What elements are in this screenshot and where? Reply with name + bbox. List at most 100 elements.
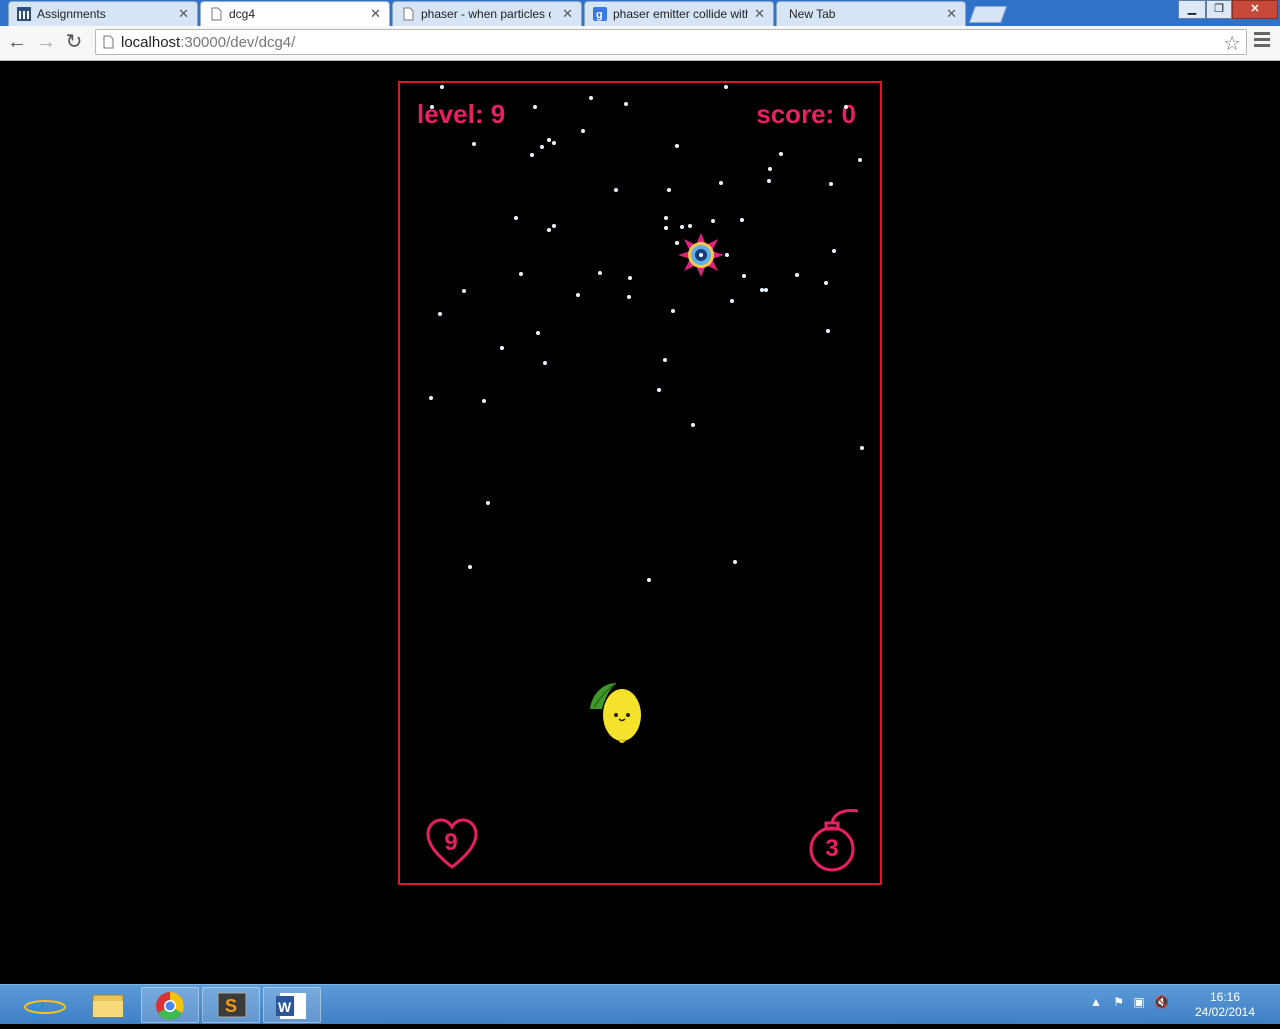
particle — [860, 446, 864, 450]
particle — [482, 399, 486, 403]
particle — [576, 293, 580, 297]
address-bar[interactable]: localhost:30000/dev/dcg4/ ☆ — [95, 29, 1247, 55]
particle — [733, 560, 737, 564]
sublime-text-button[interactable]: S — [202, 987, 260, 1023]
clock[interactable]: 16:16 24/02/2014 — [1190, 990, 1260, 1020]
particle — [730, 299, 734, 303]
particle — [724, 85, 728, 89]
url-path: :30000/dev/dcg4/ — [180, 34, 296, 51]
particle — [486, 501, 490, 505]
close-icon[interactable]: ✕ — [178, 6, 189, 22]
windows-taskbar: e S W ▲ ⚑ ▣ 🔇 16:16 24/02/2014 — [0, 984, 1280, 1025]
particle — [768, 167, 772, 171]
tab-label: phaser emitter collide with — [613, 7, 748, 21]
forward-button[interactable]: → — [34, 30, 58, 54]
particle — [671, 309, 675, 313]
particle — [664, 216, 668, 220]
particle — [740, 218, 744, 222]
particle — [530, 153, 534, 157]
close-icon[interactable]: ✕ — [370, 6, 381, 22]
particle — [547, 138, 551, 142]
particle — [858, 158, 862, 162]
internet-explorer-button[interactable]: e — [16, 987, 74, 1025]
particle — [844, 105, 848, 109]
particle — [779, 152, 783, 156]
particle — [468, 565, 472, 569]
close-window-button[interactable]: ✕ — [1232, 0, 1278, 19]
game-canvas[interactable]: level: 9 score: 0 9 3 — [398, 81, 882, 885]
restore-button[interactable]: ❐ — [1206, 0, 1232, 19]
file-explorer-button[interactable] — [79, 987, 137, 1023]
particle — [742, 274, 746, 278]
network-icon[interactable]: ▣ — [1133, 995, 1144, 1009]
show-hidden-icons-icon[interactable]: ▲ — [1090, 995, 1102, 1009]
particle — [675, 144, 679, 148]
volume-muted-icon[interactable]: 🔇 — [1154, 995, 1169, 1009]
tab-label: New Tab — [789, 7, 836, 21]
lemon-player-sprite — [590, 682, 641, 743]
particle — [614, 188, 618, 192]
particle — [519, 272, 523, 276]
particle — [824, 281, 828, 285]
back-button[interactable]: ← — [5, 30, 29, 54]
new-tab-button[interactable] — [968, 6, 1008, 23]
particle — [767, 179, 771, 183]
particle — [627, 295, 631, 299]
page-icon — [211, 7, 222, 21]
particle — [624, 102, 628, 106]
svg-text:g: g — [596, 9, 603, 21]
tab-label: Assignments — [37, 7, 106, 21]
sublime-text-icon: S — [217, 992, 247, 1018]
tab-new-tab[interactable]: New Tab ✕ — [776, 1, 966, 26]
particle — [540, 145, 544, 149]
particle — [598, 271, 602, 275]
menu-icon[interactable] — [1254, 32, 1270, 50]
particle — [589, 96, 593, 100]
close-icon[interactable]: ✕ — [562, 6, 573, 22]
particle — [552, 141, 556, 145]
particle — [711, 219, 715, 223]
particle — [688, 224, 692, 228]
internet-explorer-icon: e — [24, 988, 66, 1025]
particle — [628, 276, 632, 280]
minimize-button[interactable]: ▁ — [1178, 0, 1206, 19]
particle — [536, 331, 540, 335]
tab-dcg4[interactable]: dcg4 ✕ — [200, 1, 390, 26]
particle — [826, 329, 830, 333]
particle — [581, 129, 585, 133]
clock-date: 24/02/2014 — [1194, 1005, 1256, 1019]
browser-toolbar: ← → ↻ localhost:30000/dev/dcg4/ ☆ — [0, 26, 1280, 61]
action-center-flag-icon[interactable]: ⚑ — [1113, 995, 1124, 1009]
word-icon: W — [276, 993, 306, 1019]
particle — [547, 228, 551, 232]
particle — [657, 388, 661, 392]
google-icon: g — [593, 7, 607, 21]
page-icon — [103, 35, 114, 49]
particle — [647, 578, 651, 582]
page-icon — [403, 7, 414, 21]
tab-label: phaser - when particles co — [421, 7, 551, 21]
particle — [725, 253, 729, 257]
particle — [429, 396, 433, 400]
particle — [438, 312, 442, 316]
reload-button[interactable]: ↻ — [62, 30, 86, 54]
particle — [552, 224, 556, 228]
url-text: localhost:30000/dev/dcg4/ — [121, 34, 295, 51]
particle — [719, 181, 723, 185]
particle — [680, 225, 684, 229]
word-button[interactable]: W — [263, 987, 321, 1023]
svg-text:e: e — [30, 988, 45, 1023]
particle — [829, 182, 833, 186]
tab-assignments[interactable]: Assignments ✕ — [8, 1, 198, 26]
close-icon[interactable]: ✕ — [754, 6, 765, 22]
svg-text:W: W — [278, 999, 292, 1015]
particle — [664, 226, 668, 230]
tab-label: dcg4 — [229, 7, 256, 21]
chrome-button[interactable] — [141, 987, 199, 1023]
tab-phaser-emitter[interactable]: g phaser emitter collide with ✕ — [584, 1, 774, 26]
clock-time: 16:16 — [1209, 990, 1241, 1004]
particle — [440, 85, 444, 89]
bookmark-star-icon[interactable]: ☆ — [1223, 31, 1241, 56]
tab-phaser-particles[interactable]: phaser - when particles co ✕ — [392, 1, 582, 26]
close-icon[interactable]: ✕ — [946, 6, 957, 22]
